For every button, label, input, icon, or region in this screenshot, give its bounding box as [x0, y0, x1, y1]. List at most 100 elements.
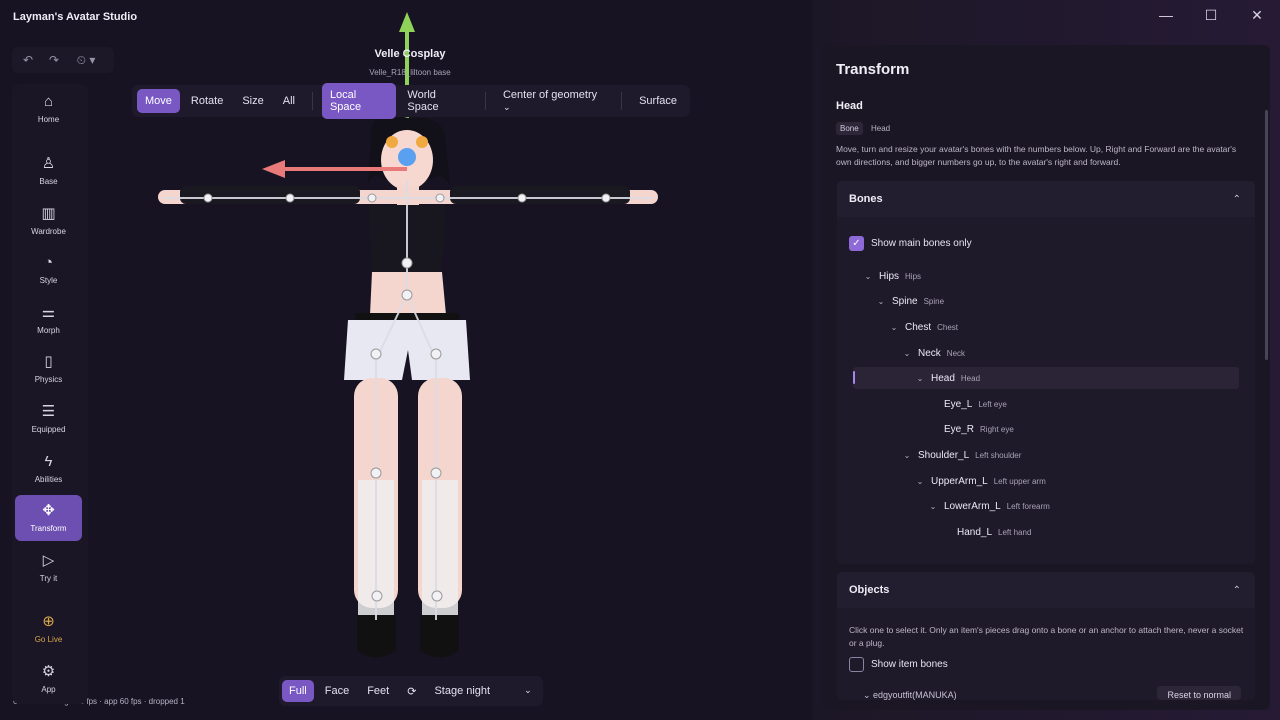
face-view-button[interactable]: Face	[318, 680, 356, 702]
bone-alias: Left forearm	[1006, 501, 1050, 511]
bone-name: Spine	[892, 295, 918, 307]
sidebar-item-try-it[interactable]: ▷ Try it	[15, 545, 82, 591]
bone-tree-item[interactable]: Eye_L Left eye	[928, 393, 1007, 415]
home-icon: ⌂	[43, 93, 54, 110]
reset-to-normal-button[interactable]: Reset to normal	[1157, 686, 1241, 700]
chevron-up-icon[interactable]: ⌃	[1233, 194, 1241, 205]
panel-title: Transform	[836, 61, 910, 78]
lightning-icon: ϟ	[44, 453, 53, 470]
minimize-icon[interactable]: —	[1156, 7, 1176, 23]
all-button[interactable]: All	[275, 89, 303, 113]
chevron-down-icon[interactable]: ⌄	[876, 297, 886, 306]
bone-alias: Left shoulder	[975, 450, 1022, 460]
full-view-button[interactable]: Full	[282, 680, 314, 702]
world-space-button[interactable]: World Space	[399, 83, 476, 119]
sidebar-item-label: Wardrobe	[31, 227, 66, 236]
sidebar-item-label: Morph	[37, 326, 60, 335]
checkbox-checked-icon[interactable]: ✓	[849, 236, 864, 251]
wardrobe-icon: ▥	[41, 205, 56, 222]
bone-alias: Left upper arm	[993, 476, 1046, 486]
feet-view-button[interactable]: Feet	[360, 680, 396, 702]
play-icon: ▷	[42, 552, 55, 569]
move-button[interactable]: Move	[137, 89, 180, 113]
local-space-button[interactable]: Local Space	[321, 83, 397, 119]
sliders-icon: ⚌	[41, 304, 56, 321]
app-title: Layman's Avatar Studio	[13, 11, 138, 23]
sidebar-item-go-live[interactable]: ⊕ Go Live	[15, 606, 82, 652]
person-icon: ♙	[41, 155, 56, 172]
sidebar-item-label: Physics	[34, 375, 63, 384]
chevron-down-icon[interactable]: ⌄	[889, 323, 899, 332]
sidebar-item-physics[interactable]: ▯ Physics	[15, 346, 82, 392]
list-icon: ☰	[41, 403, 56, 420]
panel-scrollbar[interactable]	[1265, 110, 1268, 360]
chevron-down-icon[interactable]: ⌄	[902, 349, 912, 358]
object-list-item[interactable]: ⌄ edgyoutfit(MANUKA)	[863, 690, 957, 700]
stage-dropdown[interactable]: Stage night ⌄	[427, 680, 538, 702]
show-main-bones-toggle[interactable]: ✓ Show main bones only	[849, 236, 972, 251]
sidebar-item-style[interactable]: ◔ Style	[15, 247, 82, 293]
panel-description: Move, turn and resize your avatar's bone…	[836, 144, 1237, 167]
sidebar-item-app[interactable]: ⚙ App	[15, 656, 82, 702]
checkbox-unchecked-icon[interactable]	[849, 657, 864, 672]
bones-section: Bones ⌃ ✓ Show main bones only ⌄ Hips Hi…	[837, 181, 1255, 564]
sidebar-item-transform[interactable]: ✥ Transform	[15, 495, 82, 541]
viewport[interactable]: Layman's Avatar Studio ↶ ↷ ⏲ ▾ Velle Cos…	[0, 0, 813, 720]
bone-tree-item[interactable]: ⌄ UpperArm_L Left upper arm	[915, 470, 1046, 492]
globe-icon: ⊕	[42, 613, 55, 630]
bone-tree-item[interactable]: ⌄ Shoulder_L Left shoulder	[902, 444, 1022, 466]
sidebar-item-equipped[interactable]: ☰ Equipped	[15, 396, 82, 442]
chevron-down-icon[interactable]: ⌄	[915, 374, 925, 383]
bone-alias: Head	[960, 373, 981, 383]
sidebar-item-label: Transform	[30, 524, 67, 533]
maximize-icon[interactable]: ☐	[1201, 7, 1221, 24]
chevron-up-icon[interactable]: ⌃	[1233, 585, 1241, 596]
bone-tree-item-selected[interactable]: ⌄ Head Head	[915, 367, 980, 389]
pivot-dropdown[interactable]: Center of geometry ⌄	[495, 83, 612, 119]
sidebar-item-label: Equipped	[31, 425, 66, 434]
rotate-button[interactable]: Rotate	[183, 89, 231, 113]
bone-alias: Left hand	[998, 527, 1032, 537]
size-button[interactable]: Size	[234, 89, 271, 113]
bones-section-header[interactable]: Bones ⌃	[837, 181, 1255, 217]
bone-name: Neck	[918, 347, 941, 359]
bone-name: Head	[931, 372, 955, 384]
show-main-bones-label: Show main bones only	[871, 238, 972, 249]
sidebar-item-wardrobe[interactable]: ▥ Wardrobe	[15, 198, 82, 244]
bone-tree-item[interactable]: ⌄ Neck Neck	[902, 342, 965, 364]
objects-section-title: Objects	[849, 584, 890, 596]
close-icon[interactable]: ✕	[1247, 7, 1267, 24]
sidebar-item-base[interactable]: ♙ Base	[15, 148, 82, 194]
surface-button[interactable]: Surface	[631, 89, 685, 113]
chevron-down-icon[interactable]: ⌄	[863, 272, 873, 281]
sidebar-item-label: Abilities	[34, 475, 63, 484]
gizmo-center	[398, 148, 416, 166]
objects-section-header[interactable]: Objects ⌃	[837, 572, 1255, 608]
bone-tree-item[interactable]: ⌄ LowerArm_L Left forearm	[928, 495, 1050, 517]
sidebar-item-home[interactable]: ⌂ Home	[15, 86, 82, 132]
chevron-down-icon[interactable]: ⌄	[928, 502, 938, 511]
bone-alias: Right eye	[980, 424, 1014, 434]
toolbar-divider	[485, 92, 486, 110]
chevron-down-icon: ⌄	[502, 102, 511, 112]
bone-tree-item[interactable]: Eye_R Right eye	[928, 418, 1014, 440]
bone-name: Eye_R	[944, 423, 975, 435]
sidebar-item-abilities[interactable]: ϟ Abilities	[15, 446, 82, 492]
bone-alias: Chest	[937, 322, 959, 332]
bone-tree-item[interactable]: Hand_L Left hand	[941, 521, 1031, 543]
bone-tree-item[interactable]: ⌄ Spine Spine	[876, 290, 944, 312]
sidebar-item-label: App	[41, 685, 56, 694]
bone-alias: Spine	[923, 296, 945, 306]
sidebar-item-label: Home	[37, 115, 60, 124]
bone-tree-item[interactable]: ⌄ Chest Chest	[889, 316, 958, 338]
chevron-down-icon[interactable]: ⌄	[902, 451, 912, 460]
refresh-icon[interactable]: ⟳	[400, 680, 423, 703]
transform-toolbar: Move Rotate Size All Local Space World S…	[132, 83, 690, 119]
model-subtitle: Velle_R18_liltoon base	[369, 68, 451, 77]
chevron-down-icon[interactable]: ⌄	[915, 477, 925, 486]
bone-tree-item[interactable]: ⌄ Hips Hips	[863, 265, 921, 287]
sidebar-item-morph[interactable]: ⚌ Morph	[15, 297, 82, 343]
show-item-bones-toggle[interactable]: Show item bones	[849, 657, 948, 672]
objects-description: Click one to select it. Only an item's p…	[849, 625, 1244, 648]
sidebar-item-label: Go Live	[34, 635, 63, 644]
